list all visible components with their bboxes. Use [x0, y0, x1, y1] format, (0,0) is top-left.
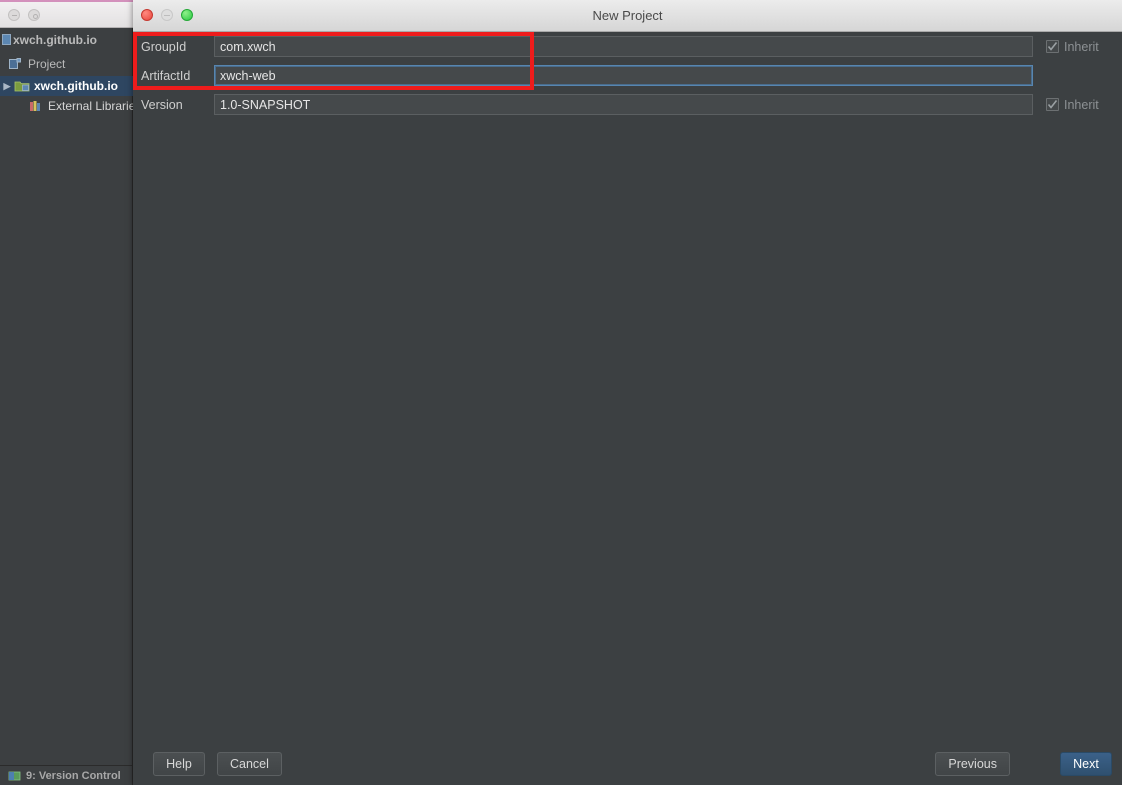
artifactid-inherit-spacer: [1033, 69, 1059, 82]
form-row-groupid: GroupId com.xwch Inherit: [133, 32, 1122, 61]
checkbox-checked-icon: [1046, 40, 1059, 53]
form-row-version: Version 1.0-SNAPSHOT Inherit: [133, 90, 1122, 119]
dialog-body: GroupId com.xwch Inherit ArtifactId xwch…: [133, 32, 1122, 785]
screen-root: xwch.github.io Project ▶ xwch.github.io …: [0, 0, 1122, 785]
project-icon: [8, 57, 22, 71]
form-row-artifactid: ArtifactId xwch-web: [133, 61, 1122, 90]
version-inherit-checkbox[interactable]: Inherit: [1046, 98, 1099, 112]
project-sidebar-header: xwch.github.io: [0, 28, 133, 52]
new-project-dialog: New Project GroupId com.xwch Inherit Art…: [133, 0, 1122, 785]
groupid-inherit-checkbox[interactable]: Inherit: [1046, 40, 1099, 54]
checkbox-checked-icon-2: [1046, 98, 1059, 111]
status-bar-version-control[interactable]: 9: Version Control: [0, 765, 133, 785]
artifactid-input-value: xwch-web: [220, 68, 276, 83]
previous-button[interactable]: Previous: [935, 752, 1010, 776]
project-title-icon: [2, 29, 11, 45]
dialog-titlebar: New Project: [133, 0, 1122, 32]
sidebar-tab-project[interactable]: Project: [8, 54, 133, 74]
groupid-input-value: com.xwch: [220, 39, 276, 54]
version-input[interactable]: 1.0-SNAPSHOT: [214, 94, 1033, 115]
groupid-input[interactable]: com.xwch: [214, 36, 1033, 57]
chevron-right-icon[interactable]: ▶: [0, 81, 14, 92]
groupid-inherit-label: Inherit: [1064, 39, 1099, 54]
tree-row-external-libraries[interactable]: External Librarie: [0, 96, 133, 116]
help-button[interactable]: Help: [153, 752, 205, 776]
status-bar-label: 9: Version Control: [26, 769, 121, 782]
project-sidebar-header-label: xwch.github.io: [13, 33, 97, 47]
module-folder-icon: [14, 78, 30, 94]
project-tree: ▶ xwch.github.io External Librarie: [0, 76, 133, 116]
project-sidebar: xwch.github.io Project ▶ xwch.github.io …: [0, 28, 133, 785]
background-zoom-icon[interactable]: [28, 9, 40, 21]
version-label: Version: [141, 97, 183, 112]
sidebar-tab-project-label: Project: [28, 57, 66, 71]
tree-row-module-label: xwch.github.io: [34, 79, 118, 93]
maven-coordinates-form: GroupId com.xwch Inherit ArtifactId xwch…: [133, 32, 1122, 119]
next-button[interactable]: Next: [1060, 752, 1112, 776]
version-inherit-label: Inherit: [1064, 97, 1099, 112]
version-control-icon: [8, 769, 22, 783]
tree-row-module[interactable]: ▶ xwch.github.io: [0, 76, 133, 96]
background-window-traffic-lights: [8, 9, 40, 21]
dialog-footer: Help Cancel Previous Next: [133, 733, 1122, 785]
cancel-button[interactable]: Cancel: [217, 752, 282, 776]
artifactid-input[interactable]: xwch-web: [214, 65, 1033, 86]
groupid-label: GroupId: [141, 39, 187, 54]
artifactid-label: ArtifactId: [141, 68, 191, 83]
background-minimize-icon[interactable]: [8, 9, 20, 21]
libraries-icon: [28, 98, 44, 114]
dialog-title: New Project: [592, 8, 663, 23]
version-input-value: 1.0-SNAPSHOT: [220, 97, 311, 112]
tree-row-external-libraries-label: External Librarie: [48, 99, 133, 113]
